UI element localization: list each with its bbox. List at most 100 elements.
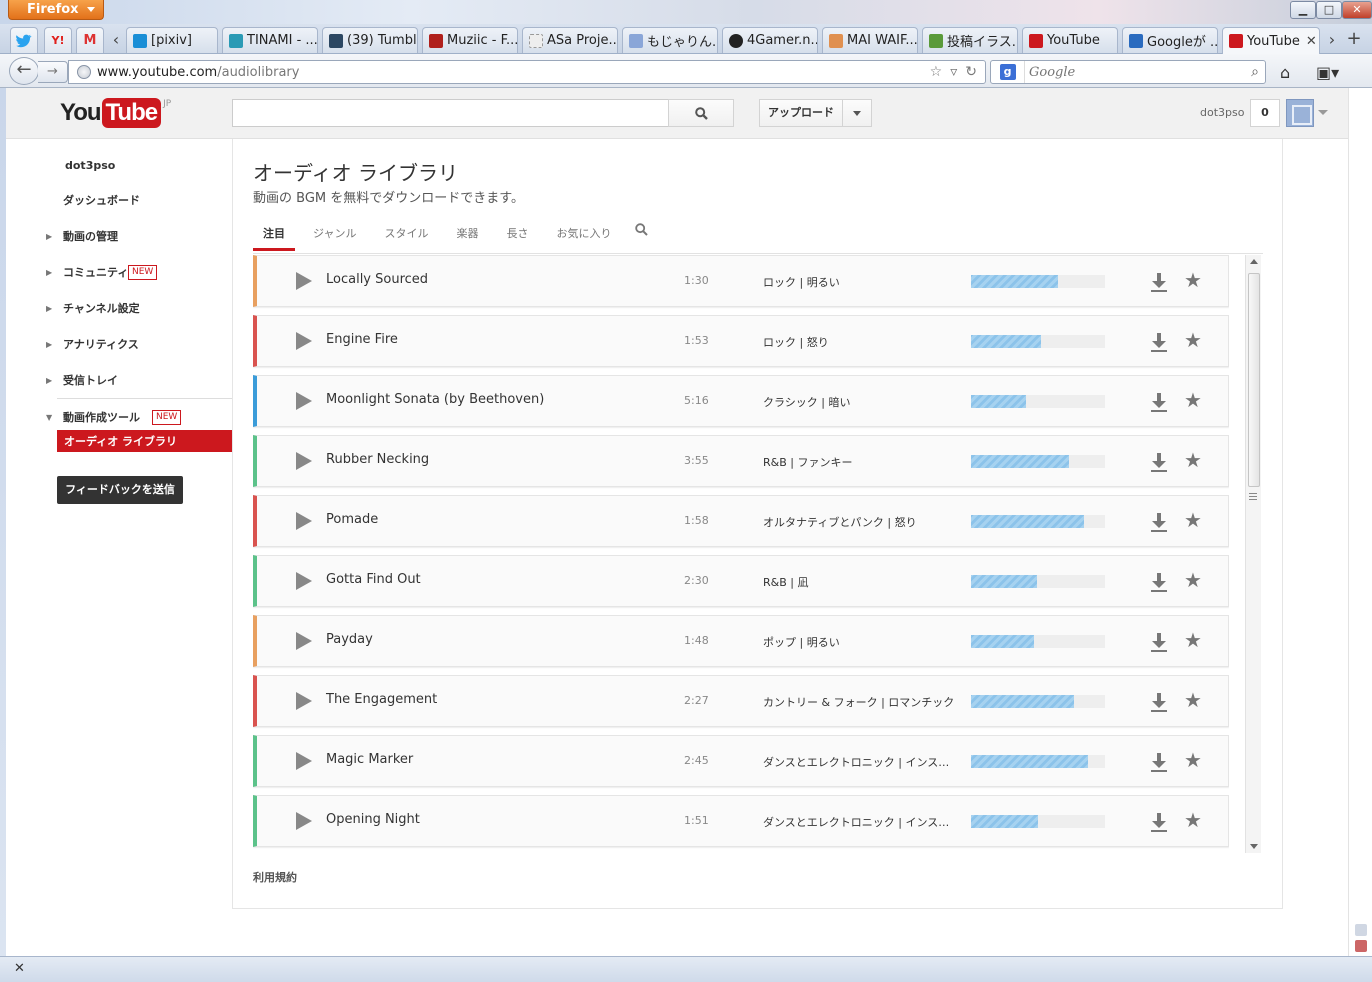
- tab-youtube-1[interactable]: YouTube: [1022, 27, 1118, 53]
- favorite-star-icon[interactable]: ★: [1184, 270, 1202, 290]
- play-icon[interactable]: [296, 512, 312, 530]
- favorite-star-icon[interactable]: ★: [1184, 690, 1202, 710]
- favorite-star-icon[interactable]: ★: [1184, 750, 1202, 770]
- send-feedback-button[interactable]: フィードバックを送信: [57, 476, 183, 504]
- sidebar-item-analytics[interactable]: ▶ アナリティクス: [6, 332, 232, 356]
- track-row[interactable]: Rubber Necking 3:55 R&B | ファンキー ★: [253, 435, 1229, 487]
- play-icon[interactable]: [296, 392, 312, 410]
- favorite-star-icon[interactable]: ★: [1184, 450, 1202, 470]
- favorite-star-icon[interactable]: ★: [1184, 330, 1202, 350]
- play-icon[interactable]: [296, 632, 312, 650]
- tab-pixiv[interactable]: [pixiv]: [126, 27, 218, 53]
- pinned-tab-twitter[interactable]: [10, 27, 38, 53]
- play-icon[interactable]: [296, 332, 312, 350]
- sidebar-item-dashboard[interactable]: ダッシュボード: [6, 188, 232, 212]
- minimize-button[interactable]: ▁: [1290, 1, 1316, 19]
- download-icon[interactable]: [1149, 751, 1169, 773]
- firefox-menu-button[interactable]: Firefox: [8, 0, 104, 20]
- pinned-tab-yahoo[interactable]: Y!: [44, 27, 72, 53]
- avatar[interactable]: [1286, 99, 1314, 127]
- favorite-star-icon[interactable]: ★: [1184, 390, 1202, 410]
- play-icon[interactable]: [296, 272, 312, 290]
- track-row[interactable]: Locally Sourced 1:30 ロック | 明るい ★: [253, 255, 1229, 307]
- tab-youtube-active[interactable]: YouTube ✕: [1222, 27, 1320, 54]
- download-icon[interactable]: [1149, 451, 1169, 473]
- close-icon[interactable]: ✕: [14, 961, 25, 976]
- username[interactable]: dot3pso: [1200, 106, 1244, 119]
- upload-button[interactable]: アップロード: [759, 99, 843, 127]
- forward-button[interactable]: →: [38, 61, 68, 83]
- track-list-scrollbar[interactable]: [1245, 255, 1261, 853]
- play-icon[interactable]: [296, 572, 312, 590]
- sidebar-item-channel[interactable]: dot3pso: [6, 153, 232, 177]
- download-icon[interactable]: [1149, 571, 1169, 593]
- tab-scroll-right-icon[interactable]: ›: [1322, 30, 1342, 49]
- download-icon[interactable]: [1149, 511, 1169, 533]
- download-icon[interactable]: [1149, 811, 1169, 833]
- bookmark-star-icon[interactable]: ☆: [930, 64, 943, 80]
- search-icon[interactable]: ⌕: [1251, 64, 1265, 80]
- tab-favorites[interactable]: お気に入り: [546, 219, 621, 251]
- new-tab-icon[interactable]: +: [1344, 28, 1364, 49]
- youtube-logo[interactable]: You Tube JP: [60, 98, 171, 128]
- pinned-tab-gmail[interactable]: M: [76, 27, 104, 53]
- tab-instrument[interactable]: 楽器: [446, 219, 488, 251]
- tab-genre[interactable]: ジャンル: [303, 219, 366, 251]
- track-row[interactable]: Engine Fire 1:53 ロック | 怒り ★: [253, 315, 1229, 367]
- track-row[interactable]: Magic Marker 2:45 ダンスとエレクトロニック | インスピレー… ★: [253, 735, 1229, 787]
- addon-icon[interactable]: [1355, 940, 1367, 952]
- favorite-star-icon[interactable]: ★: [1184, 510, 1202, 530]
- favorite-star-icon[interactable]: ★: [1184, 810, 1202, 830]
- close-window-button[interactable]: ✕: [1342, 1, 1372, 19]
- play-icon[interactable]: [296, 692, 312, 710]
- favorite-star-icon[interactable]: ★: [1184, 570, 1202, 590]
- chevron-down-icon[interactable]: [1318, 110, 1328, 115]
- terms-link[interactable]: 利用規約: [253, 869, 297, 885]
- tab-asa-project[interactable]: ASa Proje...: [522, 27, 618, 53]
- track-row[interactable]: Opening Night 1:51 ダンスとエレクトロニック | インスピレー… ★: [253, 795, 1229, 847]
- url-bar[interactable]: www.youtube.com/audiolibrary ☆ ▿ ↻: [68, 60, 986, 84]
- tab-muziic[interactable]: Muziic - F...: [422, 27, 518, 53]
- track-row[interactable]: Payday 1:48 ポップ | 明るい ★: [253, 615, 1229, 667]
- track-row[interactable]: Pomade 1:58 オルタナティブとパンク | 怒り ★: [253, 495, 1229, 547]
- tab-tinami[interactable]: TINAMI - ...: [222, 27, 318, 53]
- tab-search-icon[interactable]: [629, 219, 654, 253]
- sidebar-item-channel-settings[interactable]: ▶ チャンネル設定: [6, 296, 232, 320]
- youtube-search-button[interactable]: [668, 99, 734, 127]
- search-input[interactable]: [1025, 64, 1235, 80]
- favorite-star-icon[interactable]: ★: [1184, 630, 1202, 650]
- maximize-button[interactable]: □: [1316, 1, 1342, 19]
- youtube-search-input[interactable]: [232, 99, 670, 127]
- track-row[interactable]: The Engagement 2:27 カントリー & フォーク | ロマンチック ★: [253, 675, 1229, 727]
- tab-mai-waifu[interactable]: MAI WAIF...: [822, 27, 918, 53]
- tab-featured[interactable]: 注目: [253, 219, 295, 251]
- tab-mojarin[interactable]: もじゃりん...: [622, 27, 718, 53]
- sidebar-item-creation-tools[interactable]: ▼ 動画作成ツール NEW: [6, 405, 232, 429]
- play-icon[interactable]: [296, 752, 312, 770]
- notification-count[interactable]: 0: [1250, 99, 1280, 127]
- tab-mood[interactable]: スタイル: [374, 219, 438, 251]
- tab-4gamer[interactable]: 4Gamer.n...: [722, 27, 818, 53]
- tab-duration[interactable]: 長さ: [496, 219, 538, 251]
- bookmarks-menu-icon[interactable]: ▣▾: [1316, 63, 1339, 82]
- tab-close-icon[interactable]: ✕: [1300, 34, 1317, 49]
- scroll-up-icon[interactable]: [1250, 259, 1258, 264]
- download-icon[interactable]: [1149, 631, 1169, 653]
- play-icon[interactable]: [296, 452, 312, 470]
- search-engine-selector[interactable]: g: [991, 61, 1025, 83]
- track-row[interactable]: Moonlight Sonata (by Beethoven) 5:16 クラシック…: [253, 375, 1229, 427]
- sidebar-item-audio-library[interactable]: オーディオ ライブラリ: [57, 430, 232, 452]
- back-button[interactable]: ←: [9, 57, 39, 85]
- addon-icon[interactable]: [1355, 924, 1367, 936]
- tab-scroll-left-icon[interactable]: ‹: [106, 30, 126, 49]
- upload-dropdown-button[interactable]: [842, 99, 872, 127]
- tab-illust-post[interactable]: 投稿イラス...: [922, 27, 1018, 53]
- sidebar-item-video-manager[interactable]: ▶ 動画の管理: [6, 224, 232, 248]
- sidebar-item-community[interactable]: ▶ コミュニティ NEW: [6, 260, 232, 284]
- download-icon[interactable]: [1149, 331, 1169, 353]
- download-icon[interactable]: [1149, 391, 1169, 413]
- tab-google-news[interactable]: Googleが ...: [1122, 27, 1218, 53]
- search-bar[interactable]: g ⌕: [990, 60, 1266, 84]
- home-icon[interactable]: ⌂: [1280, 63, 1290, 82]
- reload-icon[interactable]: ↻: [965, 64, 977, 80]
